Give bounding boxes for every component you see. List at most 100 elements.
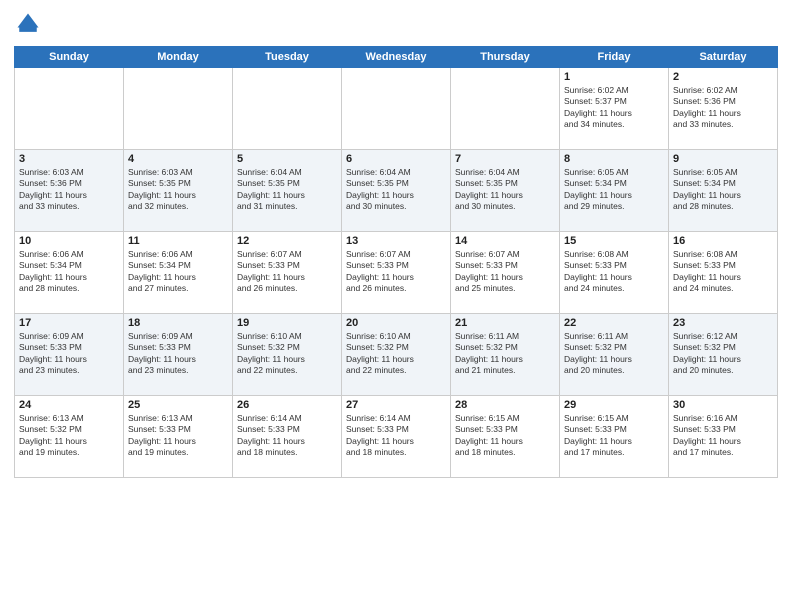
day-cell: 16 Sunrise: 6:08 AM Sunset: 5:33 PM Dayli… — [669, 232, 778, 314]
col-header-thursday: Thursday — [451, 47, 560, 68]
day-number: 25 — [128, 399, 228, 411]
day-cell: 11 Sunrise: 6:06 AM Sunset: 5:34 PM Dayli… — [124, 232, 233, 314]
day-cell: 27 Sunrise: 6:14 AM Sunset: 5:33 PM Dayli… — [342, 396, 451, 478]
day-info: Sunrise: 6:03 AM Sunset: 5:35 PM Dayligh… — [128, 167, 228, 213]
day-number: 1 — [564, 71, 664, 83]
day-cell: 2 Sunrise: 6:02 AM Sunset: 5:36 PM Daylig… — [669, 68, 778, 150]
day-number: 11 — [128, 235, 228, 247]
day-cell: 24Sunrise: 6:13 AM Sunset: 5:32 PM Dayli… — [15, 396, 124, 478]
day-number: 19 — [237, 317, 337, 329]
day-info: Sunrise: 6:10 AM Sunset: 5:32 PM Dayligh… — [237, 331, 337, 377]
day-number: 2 — [673, 71, 773, 83]
day-info: Sunrise: 6:11 AM Sunset: 5:32 PM Dayligh… — [564, 331, 664, 377]
day-info: Sunrise: 6:07 AM Sunset: 5:33 PM Dayligh… — [237, 249, 337, 295]
page: SundayMondayTuesdayWednesdayThursdayFrid… — [0, 0, 792, 612]
day-number: 18 — [128, 317, 228, 329]
day-number: 30 — [673, 399, 773, 411]
day-cell: 4 Sunrise: 6:03 AM Sunset: 5:35 PM Daylig… — [124, 150, 233, 232]
day-info: Sunrise: 6:10 AM Sunset: 5:32 PM Dayligh… — [346, 331, 446, 377]
day-number: 4 — [128, 153, 228, 165]
day-number: 15 — [564, 235, 664, 247]
day-number: 8 — [564, 153, 664, 165]
day-number: 7 — [455, 153, 555, 165]
week-row-2: 3 Sunrise: 6:03 AM Sunset: 5:36 PM Daylig… — [15, 150, 778, 232]
col-header-friday: Friday — [560, 47, 669, 68]
day-cell: 1 Sunrise: 6:02 AM Sunset: 5:37 PM Daylig… — [560, 68, 669, 150]
day-number: 16 — [673, 235, 773, 247]
day-info: Sunrise: 6:08 AM Sunset: 5:33 PM Dayligh… — [564, 249, 664, 295]
calendar-header-row: SundayMondayTuesdayWednesdayThursdayFrid… — [15, 47, 778, 68]
day-number: 28 — [455, 399, 555, 411]
day-number: 9 — [673, 153, 773, 165]
day-info: Sunrise: 6:04 AM Sunset: 5:35 PM Dayligh… — [455, 167, 555, 213]
day-info: Sunrise: 6:09 AM Sunset: 5:33 PM Dayligh… — [128, 331, 228, 377]
col-header-sunday: Sunday — [15, 47, 124, 68]
day-cell: 20 Sunrise: 6:10 AM Sunset: 5:32 PM Dayli… — [342, 314, 451, 396]
day-number: 21 — [455, 317, 555, 329]
day-cell: 6Sunrise: 6:04 AM Sunset: 5:35 PM Daylig… — [342, 150, 451, 232]
day-number: 17 — [19, 317, 119, 329]
day-number: 6 — [346, 153, 446, 165]
day-info: Sunrise: 6:13 AM Sunset: 5:33 PM Dayligh… — [128, 413, 228, 459]
day-info: Sunrise: 6:14 AM Sunset: 5:33 PM Dayligh… — [346, 413, 446, 459]
day-number: 10 — [19, 235, 119, 247]
day-info: Sunrise: 6:06 AM Sunset: 5:34 PM Dayligh… — [19, 249, 119, 295]
day-cell: 15 Sunrise: 6:08 AM Sunset: 5:33 PM Dayli… — [560, 232, 669, 314]
day-cell — [451, 68, 560, 150]
day-cell: 18 Sunrise: 6:09 AM Sunset: 5:33 PM Dayli… — [124, 314, 233, 396]
day-cell: 29Sunrise: 6:15 AM Sunset: 5:33 PM Dayli… — [560, 396, 669, 478]
day-cell: 26 Sunrise: 6:14 AM Sunset: 5:33 PM Dayli… — [233, 396, 342, 478]
day-info: Sunrise: 6:15 AM Sunset: 5:33 PM Dayligh… — [455, 413, 555, 459]
day-info: Sunrise: 6:05 AM Sunset: 5:34 PM Dayligh… — [564, 167, 664, 213]
day-info: Sunrise: 6:13 AM Sunset: 5:32 PM Dayligh… — [19, 413, 119, 459]
day-cell — [233, 68, 342, 150]
day-number: 3 — [19, 153, 119, 165]
day-cell — [124, 68, 233, 150]
logo-icon — [14, 10, 42, 38]
day-info: Sunrise: 6:14 AM Sunset: 5:33 PM Dayligh… — [237, 413, 337, 459]
day-info: Sunrise: 6:02 AM Sunset: 5:37 PM Dayligh… — [564, 85, 664, 131]
day-number: 20 — [346, 317, 446, 329]
day-cell: 17 Sunrise: 6:09 AM Sunset: 5:33 PM Dayli… — [15, 314, 124, 396]
day-info: Sunrise: 6:02 AM Sunset: 5:36 PM Dayligh… — [673, 85, 773, 131]
day-cell: 13 Sunrise: 6:07 AM Sunset: 5:33 PM Dayli… — [342, 232, 451, 314]
day-number: 26 — [237, 399, 337, 411]
day-cell: 5 Sunrise: 6:04 AM Sunset: 5:35 PM Daylig… — [233, 150, 342, 232]
day-number: 27 — [346, 399, 446, 411]
col-header-tuesday: Tuesday — [233, 47, 342, 68]
day-info: Sunrise: 6:08 AM Sunset: 5:33 PM Dayligh… — [673, 249, 773, 295]
day-number: 13 — [346, 235, 446, 247]
day-cell — [342, 68, 451, 150]
day-info: Sunrise: 6:12 AM Sunset: 5:32 PM Dayligh… — [673, 331, 773, 377]
day-cell: 19 Sunrise: 6:10 AM Sunset: 5:32 PM Dayli… — [233, 314, 342, 396]
day-cell: 28 Sunrise: 6:15 AM Sunset: 5:33 PM Dayli… — [451, 396, 560, 478]
day-number: 12 — [237, 235, 337, 247]
day-cell: 10 Sunrise: 6:06 AM Sunset: 5:34 PM Dayli… — [15, 232, 124, 314]
day-cell: 23Sunrise: 6:12 AM Sunset: 5:32 PM Dayli… — [669, 314, 778, 396]
day-cell: 21Sunrise: 6:11 AM Sunset: 5:32 PM Dayli… — [451, 314, 560, 396]
day-info: Sunrise: 6:09 AM Sunset: 5:33 PM Dayligh… — [19, 331, 119, 377]
col-header-monday: Monday — [124, 47, 233, 68]
col-header-saturday: Saturday — [669, 47, 778, 68]
day-info: Sunrise: 6:03 AM Sunset: 5:36 PM Dayligh… — [19, 167, 119, 213]
logo — [14, 10, 46, 38]
day-info: Sunrise: 6:06 AM Sunset: 5:34 PM Dayligh… — [128, 249, 228, 295]
header — [14, 10, 778, 38]
day-cell: 9Sunrise: 6:05 AM Sunset: 5:34 PM Daylig… — [669, 150, 778, 232]
day-info: Sunrise: 6:07 AM Sunset: 5:33 PM Dayligh… — [455, 249, 555, 295]
calendar: SundayMondayTuesdayWednesdayThursdayFrid… — [14, 46, 778, 478]
day-number: 29 — [564, 399, 664, 411]
day-info: Sunrise: 6:04 AM Sunset: 5:35 PM Dayligh… — [237, 167, 337, 213]
col-header-wednesday: Wednesday — [342, 47, 451, 68]
day-cell — [15, 68, 124, 150]
day-cell: 22 Sunrise: 6:11 AM Sunset: 5:32 PM Dayli… — [560, 314, 669, 396]
day-info: Sunrise: 6:07 AM Sunset: 5:33 PM Dayligh… — [346, 249, 446, 295]
week-row-5: 24Sunrise: 6:13 AM Sunset: 5:32 PM Dayli… — [15, 396, 778, 478]
day-cell: 30 Sunrise: 6:16 AM Sunset: 5:33 PM Dayli… — [669, 396, 778, 478]
day-cell: 25 Sunrise: 6:13 AM Sunset: 5:33 PM Dayli… — [124, 396, 233, 478]
week-row-4: 17 Sunrise: 6:09 AM Sunset: 5:33 PM Dayli… — [15, 314, 778, 396]
day-info: Sunrise: 6:16 AM Sunset: 5:33 PM Dayligh… — [673, 413, 773, 459]
day-cell: 12 Sunrise: 6:07 AM Sunset: 5:33 PM Dayli… — [233, 232, 342, 314]
day-number: 5 — [237, 153, 337, 165]
day-number: 22 — [564, 317, 664, 329]
